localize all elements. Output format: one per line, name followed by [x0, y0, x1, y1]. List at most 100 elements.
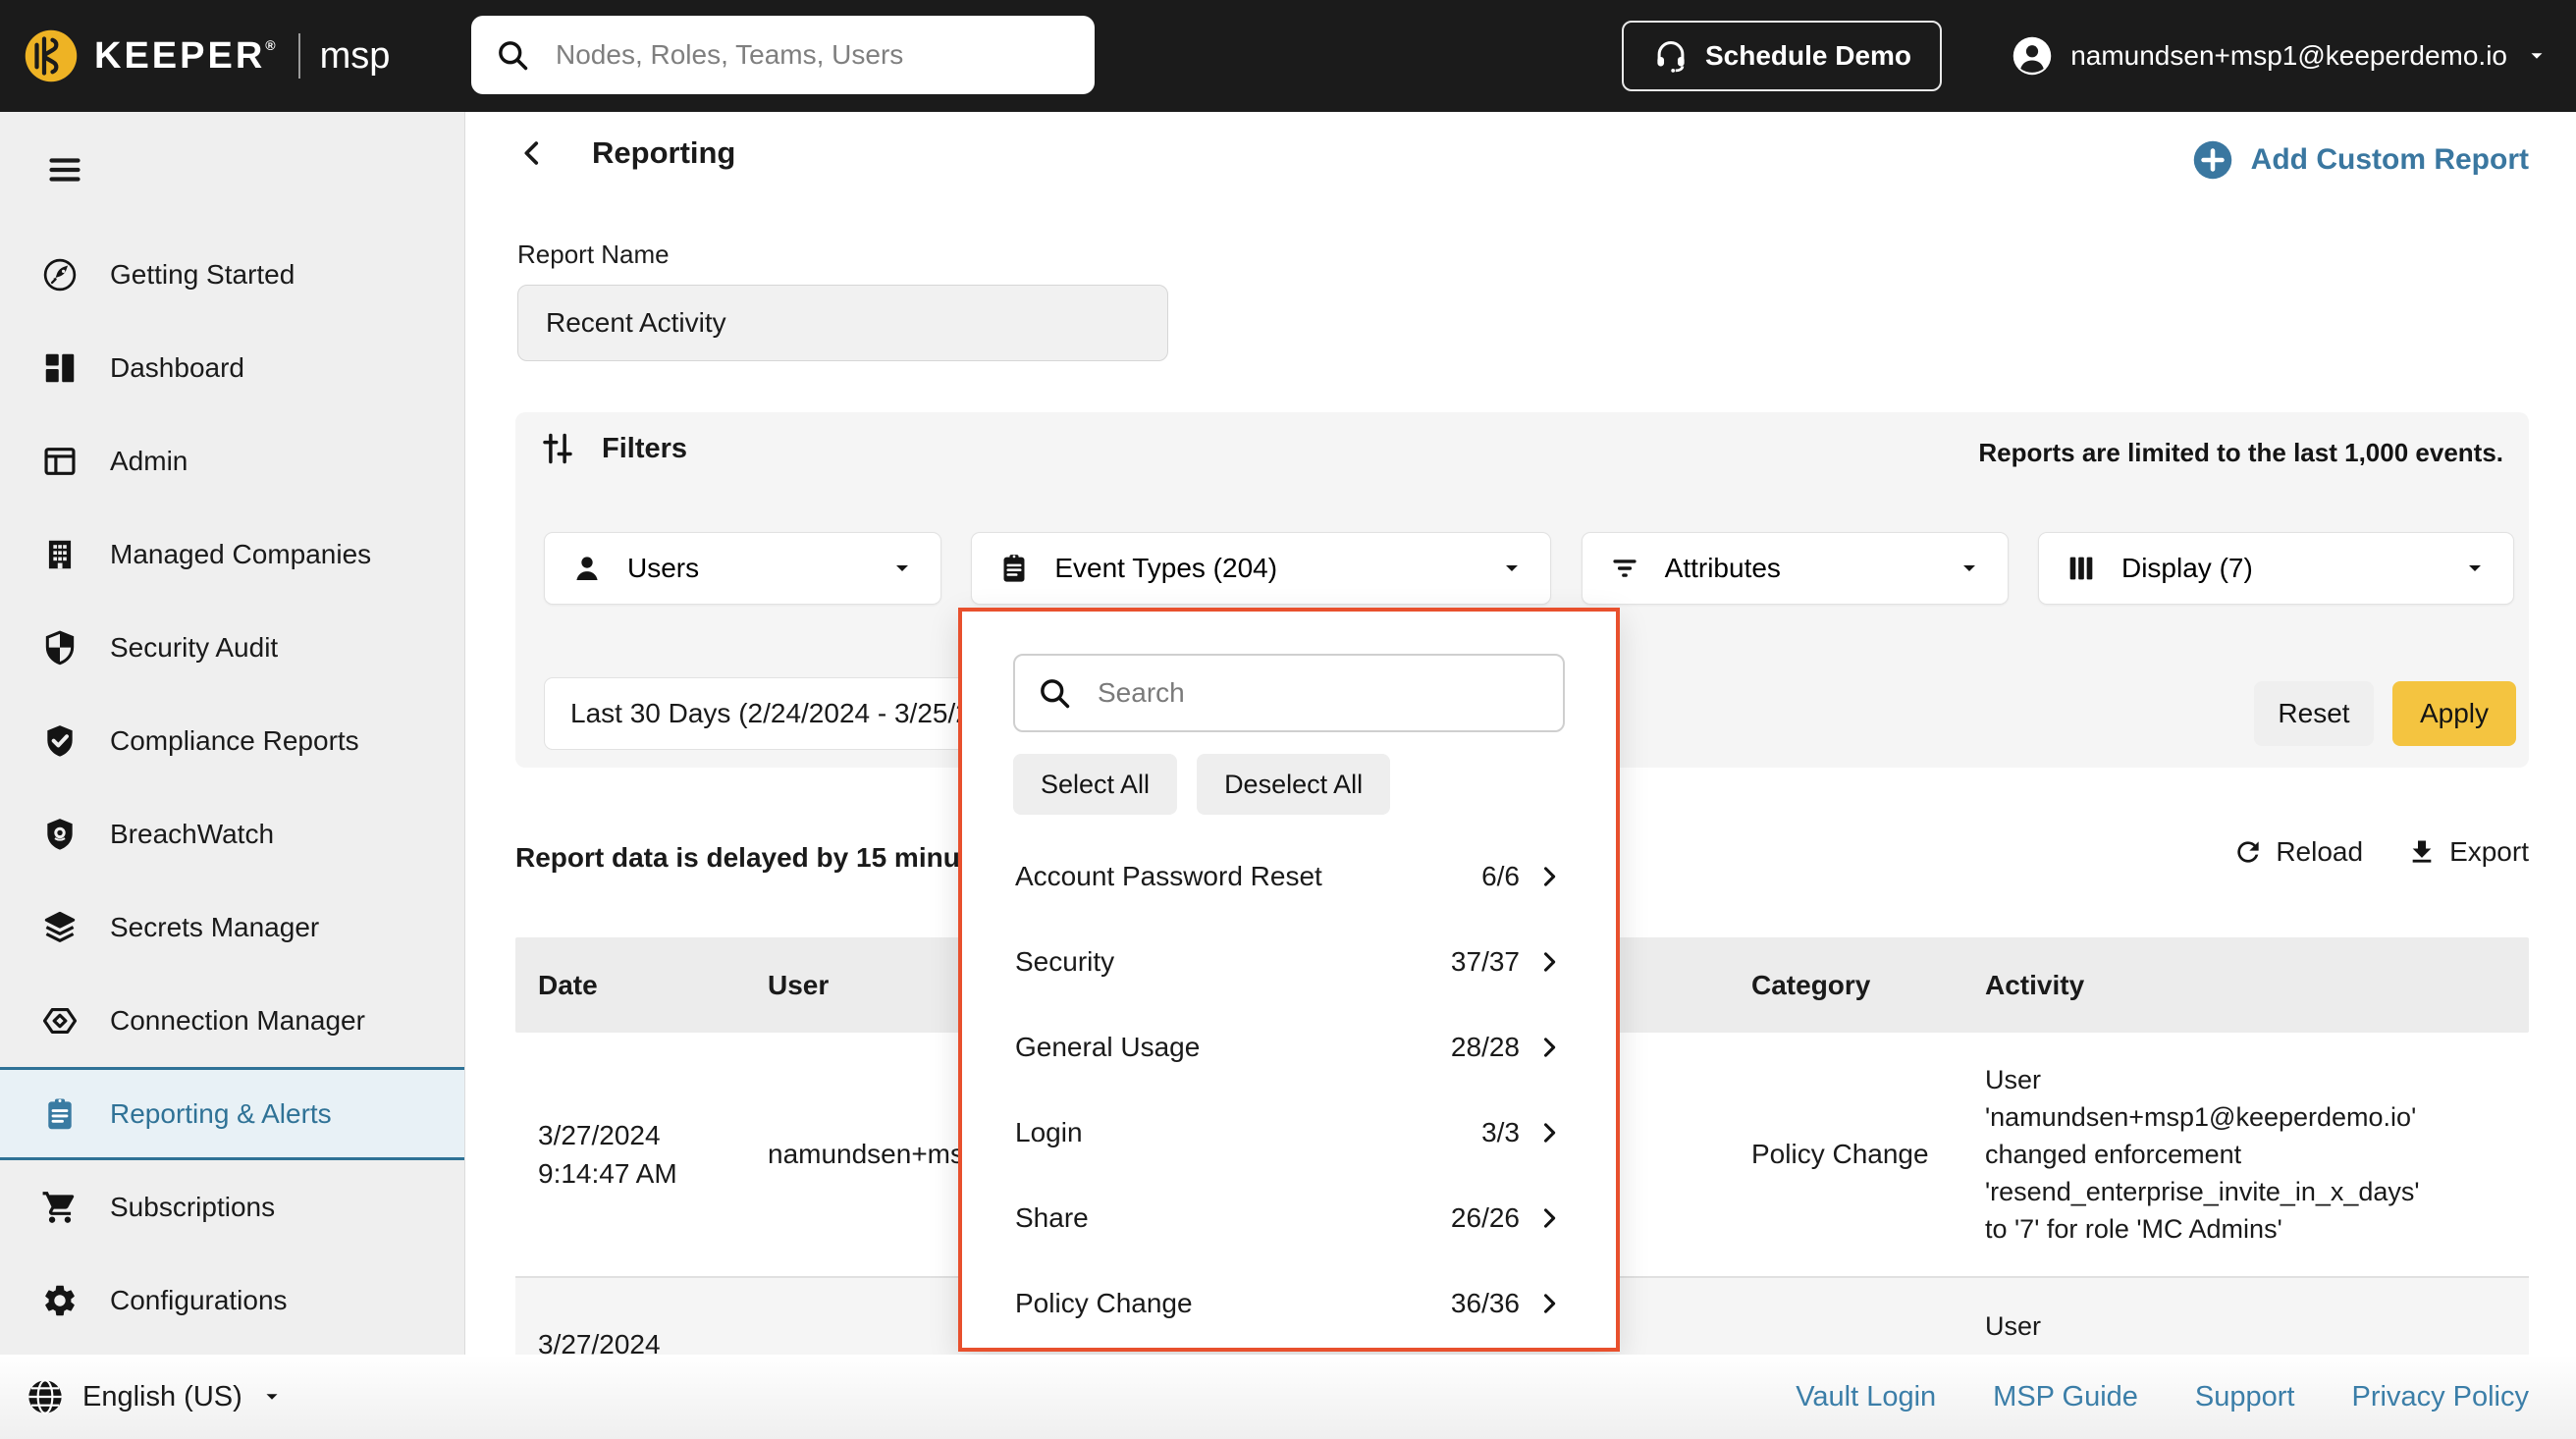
headset-icon: [1652, 37, 1690, 75]
event-types-search[interactable]: [1013, 654, 1565, 732]
search-icon: [495, 37, 530, 73]
filter-dropdown-display-7[interactable]: Display (7): [2037, 532, 2514, 605]
reload-button[interactable]: Reload: [2232, 836, 2363, 868]
sidebar-item-connection-manager[interactable]: Connection Manager: [0, 974, 464, 1067]
cell-activity: User: [1985, 1311, 2042, 1341]
event-type-policy-change[interactable]: Policy Change 36/36: [962, 1260, 1616, 1346]
deselect-all-button[interactable]: Deselect All: [1197, 754, 1391, 815]
sidebar-item-dashboard[interactable]: Dashboard: [0, 321, 464, 414]
download-icon: [2406, 836, 2438, 868]
footer-link-privacy-policy[interactable]: Privacy Policy: [2352, 1381, 2530, 1413]
sidebar-item-subscriptions[interactable]: Subscriptions: [0, 1160, 464, 1253]
add-custom-report-button[interactable]: Add Custom Report: [2192, 139, 2529, 181]
add-custom-report-label: Add Custom Report: [2250, 143, 2529, 176]
cell-category: Policy Change: [1751, 1139, 1929, 1169]
brand-name: KEEPER®: [94, 34, 279, 77]
column-header-activity: Activity: [1985, 969, 2085, 1000]
filter-dropdown-users[interactable]: Users: [544, 532, 941, 605]
filter-dropdown-row: Users Event Types (204) Attributes Displ…: [544, 532, 2514, 605]
registered-mark: ®: [265, 36, 279, 53]
caret-down-icon: [1957, 556, 1982, 581]
admin-window-icon: [41, 443, 79, 480]
logo-divider: [297, 33, 300, 79]
footer: English (US) Vault Login MSP Guide Suppo…: [0, 1355, 2576, 1439]
search-icon: [1037, 675, 1072, 711]
filters-title: Filters: [602, 432, 688, 464]
select-all-button[interactable]: Select All: [1013, 754, 1178, 815]
column-header-category: Category: [1751, 969, 1871, 1000]
event-type-security[interactable]: Security 37/37: [962, 919, 1616, 1004]
hamburger-menu-icon[interactable]: [41, 151, 88, 188]
account-menu[interactable]: namundsen+msp1@keeperdemo.io: [2012, 0, 2549, 112]
event-types-search-input[interactable]: [1098, 677, 1541, 709]
caret-down-icon: [2525, 44, 2549, 68]
filter-dropdown-attributes[interactable]: Attributes: [1581, 532, 2009, 605]
sidebar-item-secrets-manager[interactable]: Secrets Manager: [0, 880, 464, 974]
footer-link-support[interactable]: Support: [2195, 1381, 2295, 1413]
sidebar-item-admin[interactable]: Admin: [0, 414, 464, 507]
sidebar-toggle-row: [0, 112, 464, 228]
event-types-dropdown-panel: Select All Deselect All Account Password…: [958, 608, 1620, 1352]
sidebar-item-compliance-reports[interactable]: Compliance Reports: [0, 694, 464, 787]
caret-down-icon: [2462, 556, 2488, 581]
export-button[interactable]: Export: [2406, 836, 2529, 868]
cell-activity: User 'namundsen+msp1@keeperdemo.io' chan…: [1985, 1065, 2420, 1244]
cell-date: 3/27/2024: [538, 1329, 661, 1359]
sidebar-item-managed-companies[interactable]: Managed Companies: [0, 507, 464, 601]
brand-suffix: msp: [319, 34, 391, 77]
export-label: Export: [2449, 836, 2529, 867]
caret-down-icon: [1499, 556, 1525, 581]
select-buttons-row: Select All Deselect All: [1013, 754, 1391, 815]
cart-icon: [41, 1189, 79, 1226]
event-type-list: Account Password Reset 6/6 Security 37/3…: [962, 833, 1616, 1346]
cell-date: 3/27/2024 9:14:47 AM: [538, 1120, 677, 1189]
event-type-share[interactable]: Share 26/26: [962, 1175, 1616, 1260]
caret-down-icon: [889, 556, 915, 581]
filter-dropdown-event-types-204[interactable]: Event Types (204): [971, 532, 1552, 605]
reload-label: Reload: [2276, 836, 2364, 867]
event-type-general-usage[interactable]: General Usage 28/28: [962, 1004, 1616, 1090]
sidebar-item-security-audit[interactable]: Security Audit: [0, 601, 464, 694]
column-header-date: Date: [538, 969, 598, 1000]
page-title-row: Reporting: [515, 135, 735, 171]
report-name-label: Report Name: [517, 240, 670, 269]
language-selector[interactable]: English (US): [26, 1377, 284, 1416]
globe-icon: [26, 1377, 65, 1416]
sidebar-item-configurations[interactable]: Configurations: [0, 1253, 464, 1347]
sidebar-item-getting-started[interactable]: Getting Started: [0, 228, 464, 321]
main-content: Reporting Add Custom Report Report Name …: [465, 112, 2576, 1439]
apply-button[interactable]: Apply: [2392, 681, 2516, 746]
person-icon: [570, 552, 604, 585]
filters-header: Filters: [539, 430, 687, 467]
schedule-demo-label: Schedule Demo: [1704, 40, 1912, 71]
gear-icon: [41, 1282, 79, 1319]
shield-check-icon: [41, 722, 79, 760]
avatar-icon: [2012, 35, 2053, 77]
report-name-input[interactable]: [517, 285, 1168, 361]
chevron-right-icon: [1535, 1119, 1563, 1146]
hexagon-icon: [41, 1002, 79, 1039]
reset-button[interactable]: Reset: [2254, 681, 2374, 746]
keeper-logo[interactable]: KEEPER® msp: [22, 0, 390, 112]
page-title: Reporting: [592, 135, 736, 170]
footer-links: Vault Login MSP Guide Support Privacy Po…: [1796, 1381, 2529, 1413]
sidebar-item-reporting-alerts[interactable]: Reporting & Alerts: [0, 1067, 464, 1160]
chevron-right-icon: [1535, 948, 1563, 976]
rocket-icon: [41, 256, 79, 293]
events-limit-note: Reports are limited to the last 1,000 ev…: [1978, 438, 2503, 467]
event-type-account-password-reset[interactable]: Account Password Reset 6/6: [962, 833, 1616, 919]
global-search-input[interactable]: [556, 39, 1071, 71]
table-actions: Reload Export: [2232, 836, 2529, 868]
global-search[interactable]: [471, 16, 1095, 94]
shield-eye-icon: [41, 816, 79, 853]
footer-link-vault-login[interactable]: Vault Login: [1796, 1381, 1936, 1413]
footer-link-msp-guide[interactable]: MSP Guide: [1993, 1381, 2138, 1413]
top-header: KEEPER® msp Schedule Demo namundsen+msp1…: [0, 0, 2576, 112]
schedule-demo-button[interactable]: Schedule Demo: [1622, 21, 1942, 91]
back-icon[interactable]: [515, 136, 549, 170]
chevron-right-icon: [1535, 1204, 1563, 1232]
account-email: namundsen+msp1@keeperdemo.io: [2070, 40, 2507, 71]
sidebar-item-breachwatch[interactable]: BreachWatch: [0, 787, 464, 880]
chevron-right-icon: [1535, 1034, 1563, 1061]
event-type-login[interactable]: Login 3/3: [962, 1090, 1616, 1175]
